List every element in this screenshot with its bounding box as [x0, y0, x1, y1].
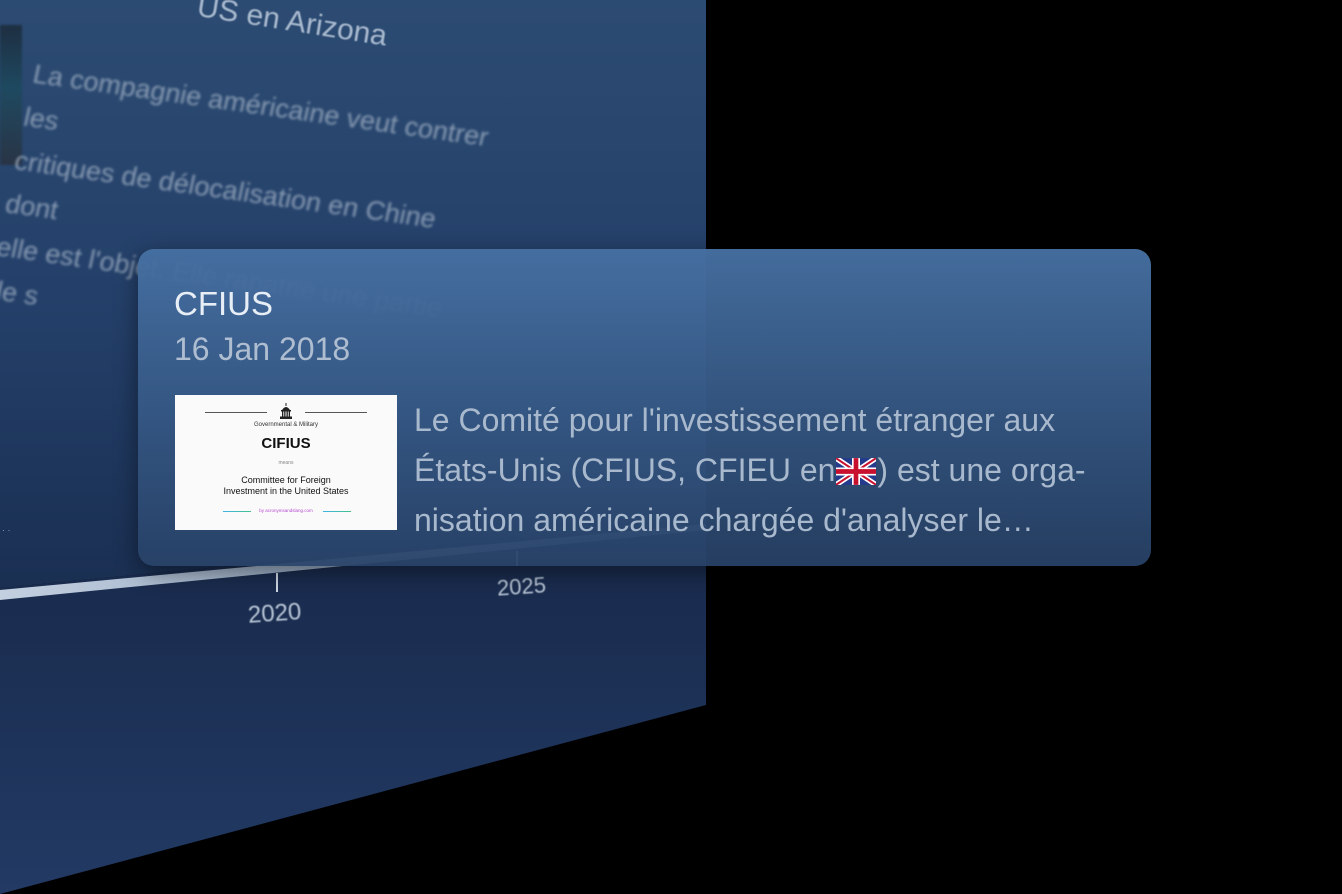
timeline-tick-label-2020: 2020 — [247, 598, 303, 629]
event-card[interactable]: CFIUS 16 Jan 2018 Governmental & Militar… — [138, 249, 1151, 566]
thumbnail-rule — [205, 412, 267, 413]
thumbnail-credit: by acronymsandslang.com — [259, 508, 313, 513]
thumbnail-meaning: Committee for Foreign Investment in the … — [175, 475, 397, 497]
thumbnail-acronym: CIFIUS — [261, 435, 311, 452]
capitol-building-icon — [280, 403, 292, 419]
uk-flag-icon — [836, 458, 877, 485]
description-text: États-Unis (CFIUS, CFIEU en — [414, 452, 836, 488]
scene: · · US en Arizona La compagnie américain… — [0, 0, 1342, 894]
description-line: États-Unis (CFIUS, CFIEU en ) est une or… — [414, 445, 1134, 495]
svg-text:· ·: · · — [2, 525, 11, 535]
event-title: CFIUS — [174, 285, 273, 322]
thumbnail-category: Governmental & Military — [253, 422, 319, 428]
description-line: nisation américaine chargée d'analyser l… — [414, 502, 1034, 538]
event-thumbnail[interactable]: Governmental & Military CIFIUS means Com… — [175, 395, 397, 530]
timeline-tick-label-2025: 2025 — [496, 572, 547, 601]
event-description: Le Comité pour l'investissement étranger… — [414, 395, 1134, 545]
description-text: ) est une orga- — [877, 452, 1086, 488]
meaning-line: Investment in the United States — [223, 486, 349, 496]
thumbnail-means-label: means — [278, 460, 294, 466]
thumbnail-rule — [305, 412, 367, 413]
description-line: Le Comité pour l'investissement étranger… — [414, 402, 1056, 438]
meaning-line: Committee for Foreign — [241, 475, 331, 485]
event-date: 16 Jan 2018 — [174, 331, 351, 367]
